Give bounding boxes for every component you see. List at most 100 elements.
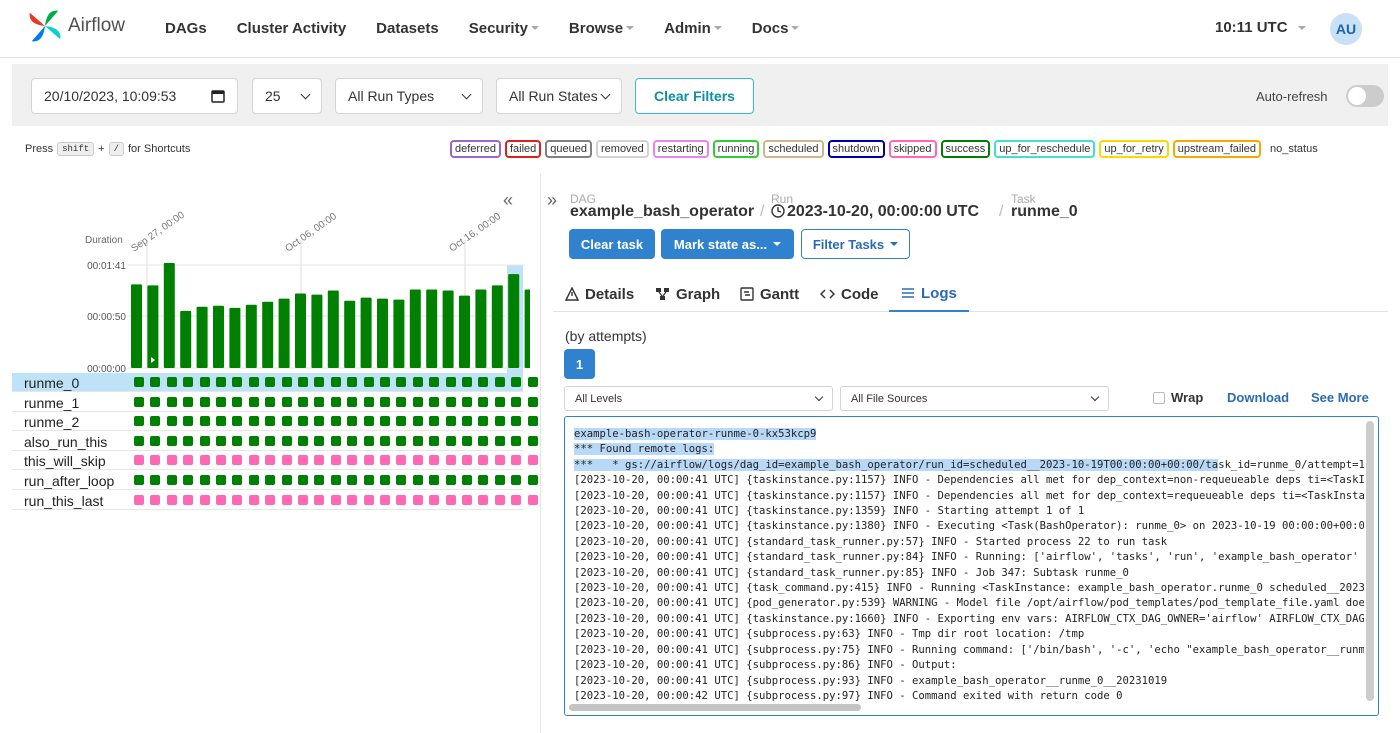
brand[interactable]: Airflow bbox=[26, 6, 125, 46]
task-instance-square[interactable] bbox=[183, 396, 194, 407]
task-instance-square[interactable] bbox=[314, 416, 325, 427]
task-instance-square[interactable] bbox=[265, 396, 276, 407]
run-duration-bar[interactable] bbox=[213, 305, 224, 368]
task-instance-square[interactable] bbox=[150, 416, 161, 427]
legend-deferred[interactable]: deferred bbox=[450, 140, 501, 158]
wrap-checkbox[interactable] bbox=[1153, 392, 1165, 404]
task-instance-square[interactable] bbox=[183, 416, 194, 427]
task-instance-square[interactable] bbox=[527, 455, 538, 466]
task-instance-square[interactable] bbox=[478, 377, 489, 387]
task-instance-square[interactable] bbox=[199, 416, 210, 427]
clock-menu[interactable]: 10:11 UTC bbox=[1215, 19, 1306, 36]
task-instance-square[interactable] bbox=[232, 455, 243, 466]
task-instance-square[interactable] bbox=[330, 377, 341, 387]
task-instance-square[interactable] bbox=[527, 377, 538, 387]
run-duration-bar[interactable] bbox=[196, 306, 208, 368]
task-instance-square[interactable] bbox=[396, 396, 407, 407]
task-instance-square[interactable] bbox=[494, 396, 505, 407]
task-instance-square[interactable] bbox=[478, 455, 489, 466]
tab-code[interactable]: Code bbox=[808, 276, 891, 312]
task-instance-square[interactable] bbox=[380, 435, 390, 446]
task-instance-square[interactable] bbox=[330, 475, 341, 485]
vertical-scrollbar[interactable] bbox=[1366, 421, 1374, 701]
task-instance-square[interactable] bbox=[166, 455, 177, 466]
task-instance-square[interactable] bbox=[478, 494, 489, 505]
log-viewer[interactable]: example-bash-operator-runme-0-kx53kcp9 **… bbox=[564, 416, 1379, 716]
task-instance-square[interactable] bbox=[265, 435, 276, 446]
task-instance-square[interactable] bbox=[216, 455, 226, 466]
task-instance-square[interactable] bbox=[380, 377, 390, 387]
legend-upstream_failed[interactable]: upstream_failed bbox=[1172, 140, 1261, 158]
task-instance-square[interactable] bbox=[216, 494, 226, 505]
legend-scheduled[interactable]: scheduled bbox=[763, 140, 824, 158]
legend-up_for_reschedule[interactable]: up_for_reschedule bbox=[994, 140, 1096, 158]
legend-failed[interactable]: failed bbox=[504, 140, 542, 158]
task-instance-square[interactable] bbox=[232, 377, 243, 387]
task-instance-square[interactable] bbox=[216, 377, 226, 387]
dag-crumb[interactable]: example_bash_operator bbox=[570, 203, 754, 221]
run-crumb[interactable]: 2023-10-20, 00:00:00 UTC bbox=[787, 203, 979, 221]
task-row-this_will_skip[interactable]: this_will_skip bbox=[12, 451, 538, 471]
task-instance-square[interactable] bbox=[150, 494, 161, 505]
task-instance-square[interactable] bbox=[150, 475, 161, 485]
task-instance-square[interactable] bbox=[199, 377, 210, 387]
tab-graph[interactable]: Graph bbox=[643, 276, 732, 312]
task-instance-square[interactable] bbox=[445, 494, 456, 505]
task-instance-square[interactable] bbox=[412, 475, 423, 485]
task-instance-square[interactable] bbox=[232, 435, 243, 446]
task-instance-square[interactable] bbox=[314, 475, 325, 485]
run-duration-bar[interactable] bbox=[524, 289, 530, 368]
task-instance-square[interactable] bbox=[396, 455, 407, 466]
task-instance-square[interactable] bbox=[478, 435, 489, 446]
clear-filters-button[interactable]: Clear Filters bbox=[635, 78, 754, 114]
task-instance-square[interactable] bbox=[347, 435, 358, 446]
task-instance-square[interactable] bbox=[347, 494, 358, 505]
task-instance-square[interactable] bbox=[248, 396, 259, 407]
task-instance-square[interactable] bbox=[134, 416, 144, 427]
task-instance-square[interactable] bbox=[134, 396, 144, 407]
legend-no_status[interactable]: no_status bbox=[1265, 140, 1323, 158]
task-instance-square[interactable] bbox=[527, 435, 538, 446]
run-duration-bar[interactable] bbox=[377, 298, 388, 368]
run-duration-bar[interactable] bbox=[393, 299, 405, 368]
nav-item-docs[interactable]: Docs bbox=[737, 20, 815, 37]
run-duration-bar[interactable] bbox=[360, 297, 372, 368]
task-instance-square[interactable] bbox=[281, 416, 292, 427]
run-duration-bar[interactable] bbox=[131, 284, 142, 368]
task-instance-square[interactable] bbox=[363, 455, 374, 466]
user-avatar[interactable]: AU bbox=[1330, 13, 1362, 45]
run-duration-bar[interactable] bbox=[245, 304, 257, 368]
task-instance-square[interactable] bbox=[494, 416, 505, 427]
task-instance-square[interactable] bbox=[429, 455, 440, 466]
nav-item-cluster-activity[interactable]: Cluster Activity bbox=[222, 20, 361, 37]
tab-details[interactable]: Details bbox=[553, 276, 646, 312]
task-row-runme_2[interactable]: runme_2 bbox=[12, 412, 538, 432]
filter-tasks-button[interactable]: Filter Tasks bbox=[801, 229, 910, 259]
task-instance-square[interactable] bbox=[478, 396, 489, 407]
legend-up_for_retry[interactable]: up_for_retry bbox=[1099, 140, 1169, 158]
task-instance-square[interactable] bbox=[134, 435, 144, 446]
task-instance-square[interactable] bbox=[134, 455, 144, 466]
run-duration-bar[interactable] bbox=[163, 262, 175, 368]
task-instance-square[interactable] bbox=[363, 377, 374, 387]
task-instance-square[interactable] bbox=[412, 455, 423, 466]
task-instance-square[interactable] bbox=[527, 416, 538, 427]
task-name[interactable]: runme_2 bbox=[24, 414, 79, 430]
task-instance-square[interactable] bbox=[396, 494, 407, 505]
task-instance-square[interactable] bbox=[429, 475, 440, 485]
run-types-select[interactable]: All Run Types bbox=[335, 78, 483, 114]
run-duration-bar[interactable] bbox=[295, 293, 306, 368]
task-instance-square[interactable] bbox=[363, 475, 374, 485]
task-instance-square[interactable] bbox=[429, 494, 440, 505]
task-instance-square[interactable] bbox=[281, 455, 292, 466]
task-instance-square[interactable] bbox=[298, 377, 308, 387]
task-instance-square[interactable] bbox=[494, 377, 505, 387]
task-instance-square[interactable] bbox=[347, 396, 358, 407]
task-instance-square[interactable] bbox=[527, 475, 538, 485]
task-instance-square[interactable] bbox=[445, 475, 456, 485]
task-instance-square[interactable] bbox=[330, 455, 341, 466]
task-instance-square[interactable] bbox=[298, 455, 308, 466]
run-duration-bar[interactable] bbox=[180, 310, 192, 368]
attempt-button[interactable]: 1 bbox=[564, 349, 595, 379]
task-instance-square[interactable] bbox=[478, 416, 489, 427]
